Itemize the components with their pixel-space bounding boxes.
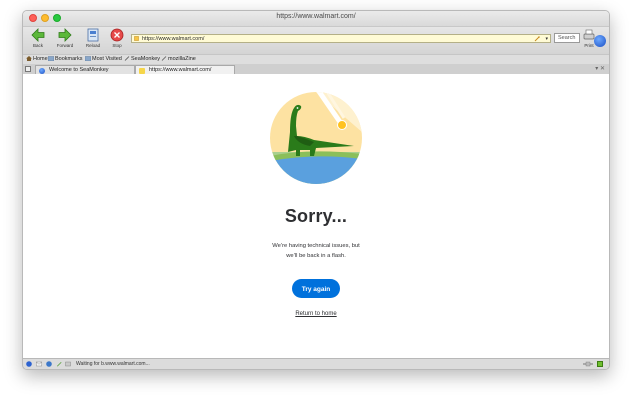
folder-icon xyxy=(48,55,54,61)
tab-label: Welcome to SeaMonkey xyxy=(49,67,109,73)
stop-button[interactable]: Stop xyxy=(105,28,129,53)
close-tab-icon[interactable]: ▾ ✕ xyxy=(595,64,605,74)
back-arrow-icon xyxy=(31,28,45,42)
back-label: Back xyxy=(32,43,43,48)
url-bar[interactable]: https://www.walmart.com/ ▾ xyxy=(131,34,551,43)
folder-icon xyxy=(85,55,91,61)
bookmark-label: SeaMonkey xyxy=(131,56,161,62)
url-dropdown-icon[interactable]: ▾ xyxy=(545,35,548,43)
stop-label: Stop xyxy=(112,43,122,48)
bookmark-home[interactable]: Home xyxy=(26,55,48,64)
bookmark-bookmarks[interactable]: Bookmarks xyxy=(48,55,83,64)
reload-icon xyxy=(87,28,99,42)
seamonkey-logo-icon xyxy=(594,35,606,47)
bookmark-mozillazine[interactable]: mozillaZine xyxy=(161,55,196,64)
browser-window: https://www.walmart.com/ Back Forward Re… xyxy=(22,10,610,370)
bookmark-label: Most Visited xyxy=(92,56,122,62)
url-text: https://www.walmart.com/ xyxy=(142,36,205,42)
online-status-icon xyxy=(597,361,603,367)
address-book-icon[interactable] xyxy=(65,361,71,367)
forward-label: Forward xyxy=(56,43,74,48)
seamonkey-tab-icon xyxy=(39,67,45,74)
bookmark-most-visited[interactable]: Most Visited xyxy=(85,55,122,64)
bookmark-seamonkey[interactable]: SeaMonkey xyxy=(124,55,160,64)
new-tab-icon[interactable] xyxy=(25,66,31,72)
page-loading-icon xyxy=(139,67,145,74)
title-bar: https://www.walmart.com/ xyxy=(23,11,609,27)
site-icon xyxy=(134,36,139,41)
connection-icon xyxy=(583,361,593,367)
page-content: Sorry... We’re having technical issues, … xyxy=(23,74,609,359)
home-icon xyxy=(26,55,32,61)
status-bar: Waiting for b.www.walmart.com... xyxy=(23,358,609,369)
bookmark-label: Home xyxy=(33,56,48,62)
error-heading: Sorry... xyxy=(284,206,348,226)
composer-icon[interactable] xyxy=(56,361,62,367)
reload-button[interactable]: Reload xyxy=(81,28,105,53)
search-input[interactable]: Search xyxy=(554,33,580,43)
bookmark-icon xyxy=(161,55,167,61)
stop-icon xyxy=(110,28,124,42)
tab-label: https://www.walmart.com/ xyxy=(149,67,212,73)
try-again-button[interactable]: Try again xyxy=(292,279,340,298)
navigator-icon[interactable] xyxy=(26,361,32,367)
bookmark-icon xyxy=(124,55,130,61)
bookmark-label: mozillaZine xyxy=(168,56,196,62)
bookmark-label: Bookmarks xyxy=(55,56,83,62)
status-text: Waiting for b.www.walmart.com... xyxy=(76,361,150,367)
error-message: We’re having technical issues, but we’ll… xyxy=(23,241,609,261)
reload-label: Reload xyxy=(85,43,101,48)
back-button[interactable]: Back xyxy=(26,28,50,53)
chat-icon[interactable] xyxy=(46,361,52,367)
tab-welcome[interactable]: Welcome to SeaMonkey xyxy=(35,65,135,74)
error-message-line-1: We’re having technical issues, but xyxy=(272,243,360,249)
tab-walmart[interactable]: https://www.walmart.com/ xyxy=(135,65,235,74)
navigation-toolbar: Back Forward Reload Stop https://www.wal… xyxy=(23,27,609,54)
mail-icon[interactable] xyxy=(36,361,42,367)
dinosaur-illustration xyxy=(270,92,362,184)
return-to-home-link[interactable]: Return to home xyxy=(23,311,609,317)
forward-arrow-icon xyxy=(58,28,72,42)
bookmark-page-icon[interactable] xyxy=(534,36,540,42)
forward-button[interactable]: Forward xyxy=(53,28,77,53)
window-title: https://www.walmart.com/ xyxy=(276,13,356,20)
error-message-line-2: we’ll be back in a flash. xyxy=(286,253,346,259)
